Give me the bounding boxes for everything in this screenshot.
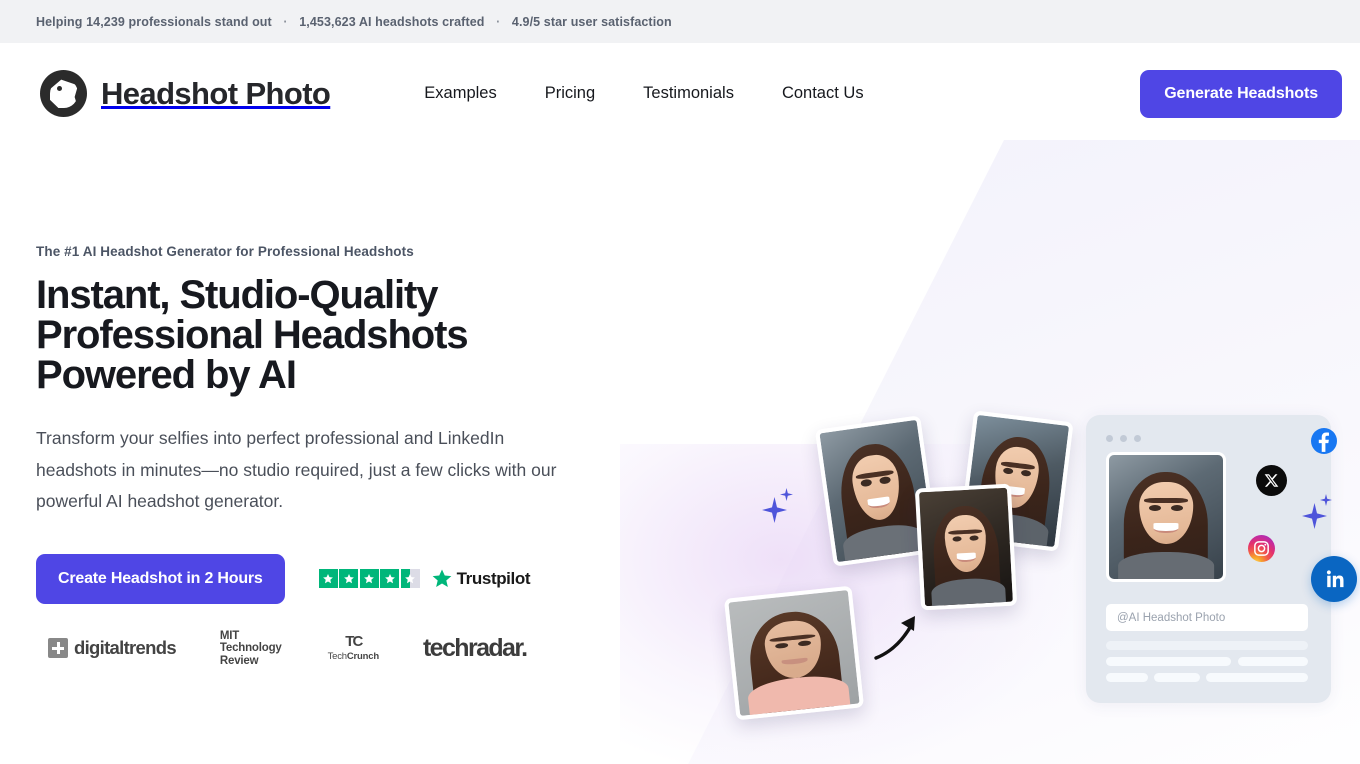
techcrunch-wordmark: TechCrunch (327, 650, 380, 662)
press-logo-mit-technology-review: MIT Technology Review (220, 630, 282, 668)
mit-line-3: Review (219, 654, 259, 667)
trustpilot-star-3 (359, 569, 379, 588)
nav-item-contact-us[interactable]: Contact Us (782, 78, 864, 109)
mit-line-2: Technology (219, 642, 282, 654)
site-header: Headshot Photo Examples Pricing Testimon… (0, 43, 1360, 144)
page-title: Instant, Studio-Quality Professional Hea… (36, 275, 596, 395)
create-headshot-button[interactable]: Create Headshot in 2 Hours (36, 553, 285, 604)
announcement-item-2: 4.9/5 star user satisfaction (511, 14, 672, 29)
trustpilot-star-5-half (400, 569, 420, 588)
press-logo-techradar: techradar. (422, 633, 528, 662)
headline-line-1: Instant, Studio-Quality (36, 273, 438, 317)
techcrunch-word-tech: Tech (327, 650, 347, 662)
brand-name: Headshot Photo (101, 75, 331, 111)
announcement-text: Helping 14,239 professionals stand out ·… (36, 15, 672, 29)
press-logo-digitaltrends: digitaltrends (48, 637, 177, 659)
hero-copy: The #1 AI Headshot Generator for Profess… (36, 244, 596, 667)
hero-description: Transform your selfies into perfect prof… (36, 428, 557, 511)
announcement-separator: · (283, 14, 288, 29)
announcement-item-1: 1,453,623 AI headshots crafted (299, 14, 485, 29)
trustpilot-star-4 (380, 569, 400, 588)
press-logo-techcrunch: TC TechCrunch (327, 632, 380, 662)
trustpilot-star-1 (318, 569, 338, 588)
trustpilot-stars (318, 569, 420, 588)
hero-eyebrow: The #1 AI Headshot Generator for Profess… (36, 244, 414, 259)
headline-line-2: Professional Headshots (36, 313, 469, 357)
announcement-item-0: Helping 14,239 professionals stand out (36, 14, 272, 29)
mit-line-1: MIT (219, 629, 240, 642)
trustpilot-star-icon (432, 568, 451, 587)
primary-navigation: Examples Pricing Testimonials Contact Us (424, 78, 863, 109)
techcrunch-word-crunch: Crunch (346, 650, 379, 662)
digitaltrends-icon (48, 638, 68, 659)
headline-line-3: Powered by AI (36, 353, 297, 397)
trustpilot-star-2 (339, 569, 359, 588)
headshot-photo-logo-icon (40, 70, 87, 117)
hero-section: The #1 AI Headshot Generator for Profess… (0, 140, 1360, 764)
hero-background-glow (620, 444, 1080, 764)
nav-item-pricing[interactable]: Pricing (545, 78, 595, 109)
trustpilot-rating[interactable]: Trustpilot (318, 568, 530, 590)
hero-cta-row: Create Headshot in 2 Hours Trustpilot (36, 553, 596, 604)
trustpilot-brand: Trustpilot (431, 568, 530, 590)
trustpilot-name: Trustpilot (456, 568, 531, 588)
techcrunch-mark: TC (345, 632, 363, 650)
press-logos: digitaltrends MIT Technology Review TC T… (36, 630, 596, 668)
announcement-separator: · (496, 14, 501, 29)
nav-item-examples[interactable]: Examples (424, 78, 496, 109)
nav-item-testimonials[interactable]: Testimonials (643, 78, 734, 109)
announcement-bar: Helping 14,239 professionals stand out ·… (0, 0, 1360, 43)
generate-headshots-button[interactable]: Generate Headshots (1140, 69, 1342, 118)
brand-logo-link[interactable]: Headshot Photo (40, 70, 331, 117)
digitaltrends-wordmark: digitaltrends (74, 637, 177, 659)
